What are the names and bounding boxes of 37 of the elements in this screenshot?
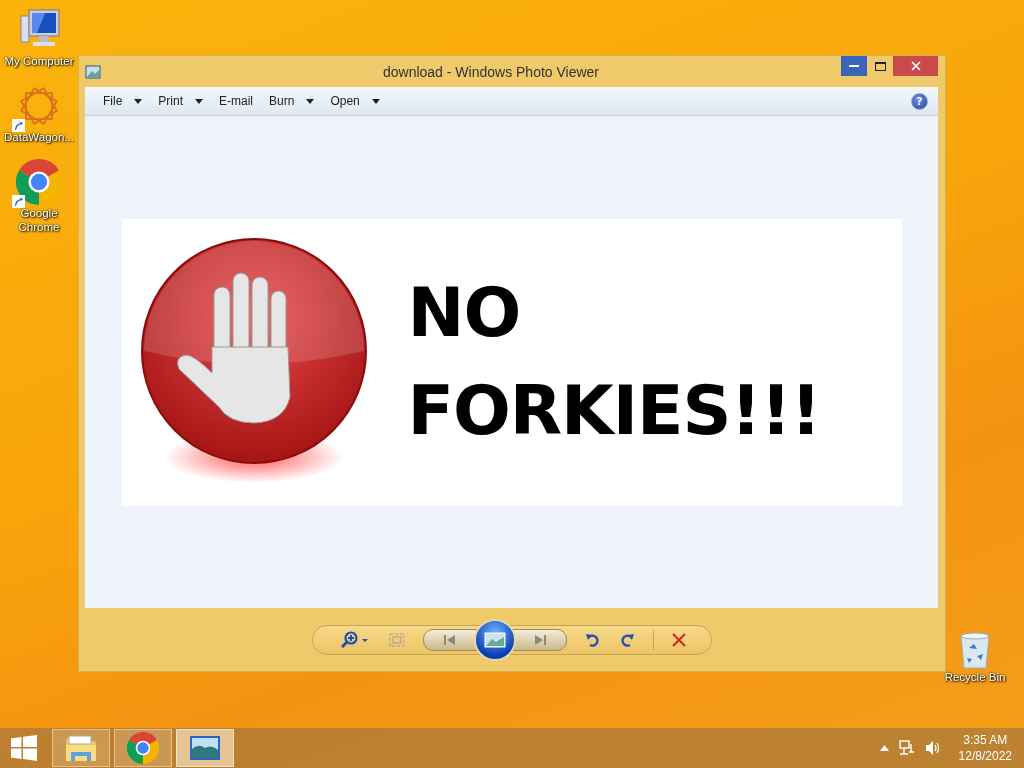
picture-icon [483,631,506,648]
minimize-button[interactable] [841,56,867,76]
menu-item[interactable]: E-mail [211,89,262,113]
picture-icon [85,64,101,79]
menu-item[interactable]: Print [150,89,212,113]
show-hidden-icons-icon[interactable] [879,745,889,751]
windows-logo-icon [11,735,37,761]
network-icon[interactable] [898,740,915,756]
rotate-right-icon[interactable] [618,631,635,648]
image-text: FORKIES!!! [407,371,821,451]
taskbar-button[interactable] [52,729,110,767]
help-button[interactable]: ? [911,92,928,110]
chrome-icon [127,732,159,764]
delete-icon[interactable] [671,632,686,647]
speaker-icon[interactable] [924,740,941,756]
window-title: download - Windows Photo Viewer [381,63,601,80]
maximize-icon [874,61,886,71]
taskbar-button[interactable] [114,729,172,767]
image-text: NO [407,273,522,353]
taskbar-button[interactable] [176,729,234,767]
previous-icon [442,634,457,645]
recycle-bin-icon[interactable] [957,630,993,670]
folder-icon [65,734,97,762]
menu-item[interactable]: Burn [261,89,323,113]
minimize-icon [849,64,859,68]
menu-item[interactable]: File [95,89,151,113]
zoom-icon[interactable] [340,630,371,649]
rotate-left-icon[interactable] [584,631,601,648]
clock-date[interactable]: 12/8/2022 [958,748,1012,764]
picture-icon [189,735,221,761]
slideshow-button[interactable] [473,618,516,661]
chrome-icon [16,159,62,205]
close-icon [910,61,921,71]
menu-item[interactable]: Open [322,89,388,113]
desktop-icon-label[interactable]: Recycle Bin [936,670,1014,684]
clock-time[interactable]: 3:35 AM [963,732,1008,748]
next-icon [532,634,547,645]
